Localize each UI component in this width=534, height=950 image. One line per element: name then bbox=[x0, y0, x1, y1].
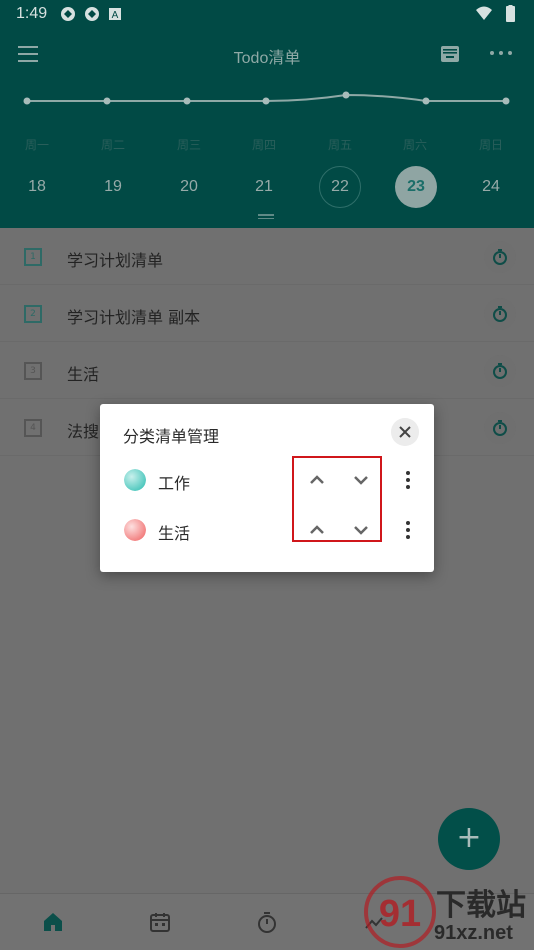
date-item[interactable]: 20 bbox=[168, 166, 210, 208]
category-row-work: 工作 bbox=[100, 458, 434, 502]
date-item[interactable]: 19 bbox=[92, 166, 134, 208]
svg-text:91: 91 bbox=[379, 893, 421, 935]
home-icon[interactable] bbox=[41, 910, 65, 934]
category-color-dot bbox=[124, 469, 146, 491]
watermark-logo-icon: 91 bbox=[364, 876, 436, 948]
timer-icon[interactable] bbox=[484, 241, 516, 273]
more-vertical-icon[interactable] bbox=[402, 468, 414, 492]
list-item[interactable]: 2 学习计划清单 副本 bbox=[0, 285, 534, 342]
category-label: 工作 bbox=[158, 474, 191, 493]
status-time: 1:49 bbox=[16, 5, 48, 22]
date-item[interactable]: 24 bbox=[470, 166, 512, 208]
weekday-label: 周日 bbox=[478, 138, 503, 152]
weekday-label: 周一 bbox=[24, 138, 49, 152]
timer-icon[interactable] bbox=[484, 298, 516, 330]
app-notification-icon bbox=[61, 7, 75, 21]
timer-icon[interactable] bbox=[255, 910, 279, 934]
more-options-icon[interactable] bbox=[487, 43, 515, 63]
list-item-label: 法搜 bbox=[67, 422, 100, 441]
timer-icon[interactable] bbox=[484, 355, 516, 387]
more-vertical-icon[interactable] bbox=[402, 518, 414, 542]
weekday-labels: 周一 周二 周三 周四 周五 周六 周日 bbox=[0, 136, 534, 156]
category-color-dot bbox=[124, 519, 146, 541]
weekday-label: 周五 bbox=[327, 138, 352, 152]
date-item-today[interactable]: 22 bbox=[319, 166, 361, 208]
weekday-label: 周二 bbox=[100, 138, 125, 152]
drag-handle[interactable] bbox=[258, 214, 274, 219]
list-item-label: 学习计划清单 bbox=[67, 251, 164, 270]
header: 1:49 A Todo清单 周一 周二 周三 周四 周五 周六 周日 18 19… bbox=[0, 0, 534, 228]
list-item-label: 生活 bbox=[67, 365, 100, 384]
timer-icon[interactable] bbox=[484, 412, 516, 444]
category-row-life: 生活 bbox=[100, 508, 434, 552]
close-icon[interactable] bbox=[391, 418, 419, 446]
category-manager-dialog: 分类清单管理 工作 生活 bbox=[100, 404, 434, 572]
list-item[interactable]: 1 学习计划清单 bbox=[0, 228, 534, 285]
category-label: 生活 bbox=[158, 524, 191, 543]
highlight-box bbox=[292, 456, 382, 542]
calendar-icon[interactable] bbox=[148, 910, 172, 934]
a-notification-icon: A bbox=[109, 8, 121, 21]
watermark-brand: 下载站 bbox=[436, 888, 526, 923]
dialog-title: 分类清单管理 bbox=[123, 427, 220, 446]
list-number-badge: 4 bbox=[24, 419, 42, 437]
date-item[interactable]: 21 bbox=[243, 166, 285, 208]
list-number-badge: 2 bbox=[24, 305, 42, 323]
list-item[interactable]: 3 生活 bbox=[0, 342, 534, 399]
wifi-battery-icon bbox=[476, 5, 515, 22]
date-strip: 18 19 20 21 22 23 24 bbox=[0, 166, 534, 208]
app-bar: Todo清单 bbox=[0, 36, 534, 74]
svg-text:A: A bbox=[112, 10, 119, 21]
week-trend-curve bbox=[23, 91, 510, 105]
list-number-badge: 3 bbox=[24, 362, 42, 380]
status-bar: 1:49 A bbox=[0, 0, 534, 28]
date-item-selected[interactable]: 23 bbox=[395, 166, 437, 208]
weekday-label: 周六 bbox=[402, 138, 427, 152]
archive-box-icon[interactable] bbox=[438, 42, 462, 66]
site-watermark: 91 下载站 91xz.net bbox=[362, 874, 534, 950]
date-item[interactable]: 18 bbox=[16, 166, 58, 208]
app-notification-icon bbox=[85, 7, 99, 21]
weekday-label: 周三 bbox=[176, 138, 201, 152]
weekday-label: 周四 bbox=[251, 138, 276, 152]
watermark-url: 91xz.net bbox=[434, 922, 513, 944]
list-number-badge: 1 bbox=[24, 248, 42, 266]
list-item-label: 学习计划清单 副本 bbox=[67, 308, 201, 327]
add-button[interactable]: + bbox=[438, 808, 500, 870]
